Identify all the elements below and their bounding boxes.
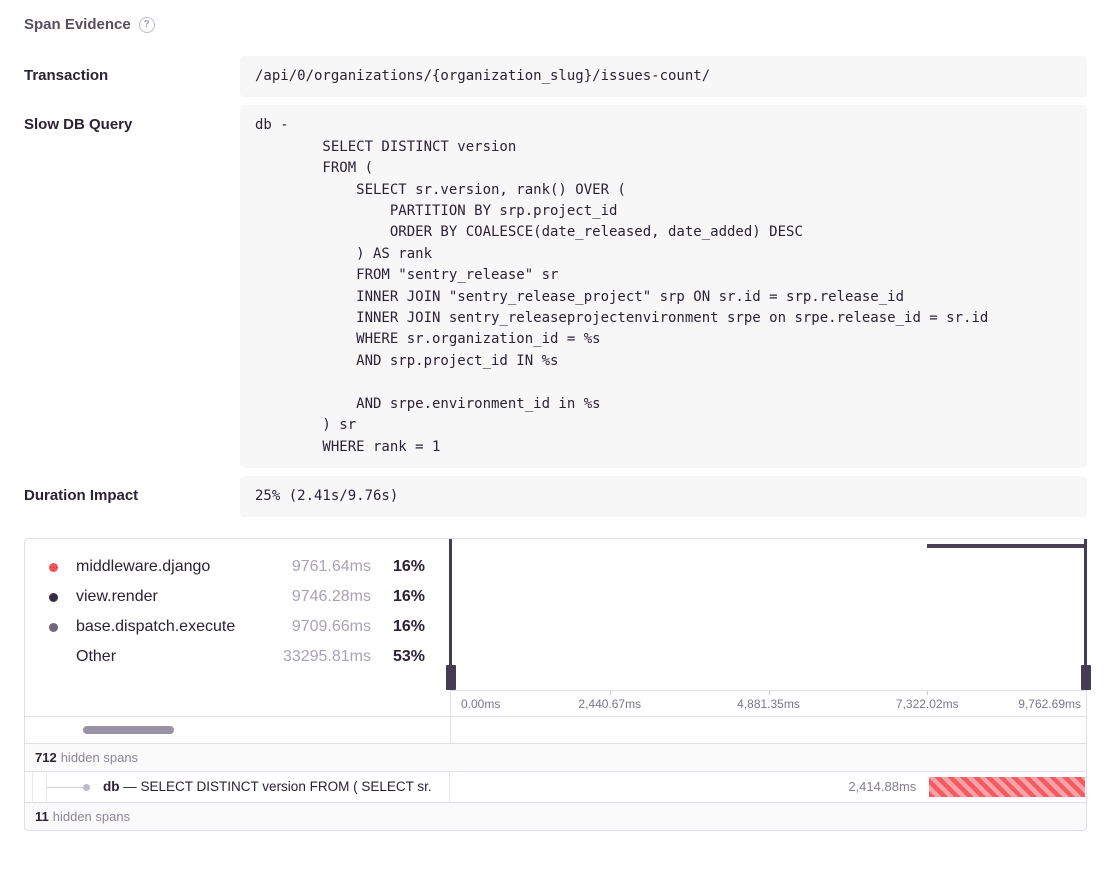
db-span-duration-cell: 2,414.88ms xyxy=(450,772,1086,802)
op-name: Other xyxy=(76,648,116,666)
tree-connector-line xyxy=(46,787,85,788)
hidden-spans-label: hidden spans xyxy=(53,809,130,824)
scrollbar-track xyxy=(25,717,450,743)
span-query-text: SELECT DISTINCT version FROM ( SELECT sr… xyxy=(141,779,432,794)
op-duration: 33295.81ms xyxy=(283,648,371,666)
time-axis-spacer xyxy=(25,690,450,716)
ops-breakdown-and-minimap: middleware.django 9761.64ms 16% view.ren… xyxy=(25,539,1086,690)
minimap-right-handle[interactable] xyxy=(1084,539,1087,690)
duration-impact-value: 25% (2.41s/9.76s) xyxy=(240,476,1087,517)
axis-tick-label: 7,322.02ms xyxy=(896,697,959,711)
slow-db-query-label: Slow DB Query xyxy=(24,105,240,468)
axis-tick-label: 0.00ms xyxy=(461,697,500,711)
duration-impact-label: Duration Impact xyxy=(24,476,240,517)
scrollbar-thumb[interactable] xyxy=(83,726,174,734)
minimap-left-handle[interactable] xyxy=(449,539,452,690)
op-name: middleware.django xyxy=(76,558,210,576)
slow-db-query-value: db - SELECT DISTINCT version FROM ( SELE… xyxy=(240,105,1087,468)
help-icon[interactable] xyxy=(139,17,155,33)
op-color-dot xyxy=(49,563,58,572)
op-color-dot xyxy=(49,653,58,662)
span-tree-scrollbar-row xyxy=(25,716,1086,743)
span-tree-panel: middleware.django 9761.64ms 16% view.ren… xyxy=(24,538,1087,831)
axis-tick xyxy=(927,691,928,695)
db-span-tree-cell: db — SELECT DISTINCT version FROM ( SELE… xyxy=(25,772,450,802)
tree-guide-line xyxy=(32,772,33,802)
span-duration-bar[interactable] xyxy=(929,777,1085,797)
op-duration: 9709.66ms xyxy=(292,618,371,636)
axis-tick xyxy=(769,691,770,695)
hidden-spans-label: hidden spans xyxy=(61,750,138,765)
minimap-span-bar xyxy=(927,544,1084,548)
section-header: Span Evidence xyxy=(24,16,1087,33)
hidden-spans-count: 11 xyxy=(35,809,49,824)
section-title: Span Evidence xyxy=(24,16,131,33)
op-percent: 16% xyxy=(371,618,425,636)
time-axis: 0.00ms 2,440.67ms 4,881.35ms 7,322.02ms … xyxy=(25,690,1086,716)
transaction-label: Transaction xyxy=(24,56,240,97)
op-duration: 9761.64ms xyxy=(292,558,371,576)
legend-item: Other 33295.81ms 53% xyxy=(49,642,425,672)
span-node-dot xyxy=(83,784,90,791)
span-evidence-section: Span Evidence Transaction /api/0/organiz… xyxy=(0,0,1111,831)
span-op: db xyxy=(103,779,120,794)
db-span-row[interactable]: db — SELECT DISTINCT version FROM ( SELE… xyxy=(25,771,1086,802)
legend-item: base.dispatch.execute 9709.66ms 16% xyxy=(49,612,425,642)
hidden-spans-above-row[interactable]: 712 hidden spans xyxy=(25,743,1086,771)
axis-tick-label: 4,881.35ms xyxy=(737,697,800,711)
transaction-value: /api/0/organizations/{organization_slug}… xyxy=(240,56,1087,97)
legend-item: middleware.django 9761.64ms 16% xyxy=(49,552,425,582)
op-percent: 16% xyxy=(371,588,425,606)
op-duration: 9746.28ms xyxy=(292,588,371,606)
op-percent: 53% xyxy=(371,648,425,666)
axis-tick xyxy=(610,691,611,695)
ops-breakdown-legend: middleware.django 9761.64ms 16% view.ren… xyxy=(25,539,450,690)
slow-db-query-row: Slow DB Query db - SELECT DISTINCT versi… xyxy=(24,105,1087,468)
op-color-dot xyxy=(49,623,58,632)
span-duration: 2,414.88ms xyxy=(848,772,916,802)
trace-minimap[interactable] xyxy=(450,539,1086,690)
span-description: db — SELECT DISTINCT version FROM ( SELE… xyxy=(103,772,432,802)
axis-tick-label: 2,440.67ms xyxy=(578,697,641,711)
legend-item: view.render 9746.28ms 16% xyxy=(49,582,425,612)
op-color-dot xyxy=(49,593,58,602)
span-separator: — xyxy=(123,779,137,794)
duration-impact-row: Duration Impact 25% (2.41s/9.76s) xyxy=(24,476,1087,517)
hidden-spans-count: 712 xyxy=(35,750,57,765)
transaction-row: Transaction /api/0/organizations/{organi… xyxy=(24,56,1087,97)
axis-tick-label: 9,762.69ms xyxy=(1018,697,1081,711)
hidden-spans-below-row[interactable]: 11 hidden spans xyxy=(25,802,1086,830)
scrollbar-row-spacer xyxy=(450,717,1086,743)
time-axis-track: 0.00ms 2,440.67ms 4,881.35ms 7,322.02ms … xyxy=(450,690,1086,716)
op-name: base.dispatch.execute xyxy=(76,618,235,636)
op-name: view.render xyxy=(76,588,158,606)
op-percent: 16% xyxy=(371,558,425,576)
